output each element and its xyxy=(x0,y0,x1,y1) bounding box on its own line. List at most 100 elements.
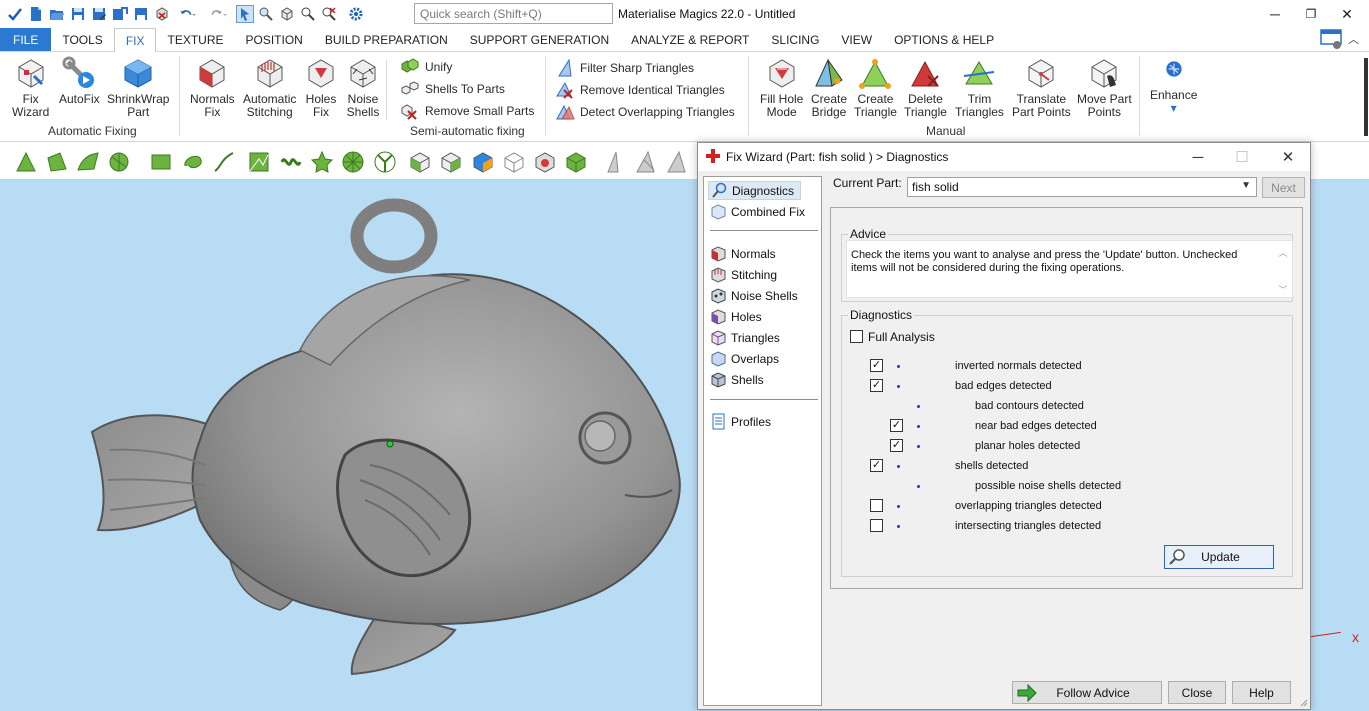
holes-fix-button[interactable]: Holes Fix xyxy=(304,56,338,119)
diagnostic-checkbox[interactable] xyxy=(870,519,883,532)
radial-select-icon[interactable] xyxy=(373,150,397,174)
collapse-ribbon-icon[interactable]: ︿ xyxy=(1348,31,1359,47)
part-select-2-icon[interactable] xyxy=(439,150,463,174)
save-as-icon[interactable] xyxy=(90,5,108,23)
filter-sharp-triangles-button[interactable]: Filter Sharp Triangles xyxy=(555,58,694,78)
view-icon[interactable] xyxy=(278,5,296,23)
select-shell-icon[interactable] xyxy=(107,150,131,174)
part-invert-icon[interactable] xyxy=(533,150,557,174)
nav-item-holes[interactable]: Holes xyxy=(708,307,768,326)
delete-triangle-button[interactable]: Delete Triangle xyxy=(904,56,947,119)
dialog-minimize-button[interactable]: ─ xyxy=(1176,143,1220,171)
advice-textbox[interactable]: Check the items you want to analyse and … xyxy=(846,240,1293,298)
new-icon[interactable] xyxy=(27,5,45,23)
restore-button[interactable]: ❐ xyxy=(1293,0,1329,28)
open-icon[interactable] xyxy=(48,5,66,23)
automatic-stitching-button[interactable]: Automatic Stitching xyxy=(243,56,296,119)
tab-build-preparation[interactable]: BUILD PREPARATION xyxy=(314,28,459,51)
close-button[interactable]: Close xyxy=(1168,681,1226,704)
marker-tool-icon[interactable] xyxy=(602,150,626,174)
part-color-icon[interactable] xyxy=(471,150,495,174)
follow-advice-button[interactable]: Follow Advice xyxy=(1012,681,1162,704)
nav-item-triangles[interactable]: Triangles xyxy=(708,328,786,347)
tab-texture[interactable]: TEXTURE xyxy=(156,28,234,51)
diagnostic-checkbox[interactable]: ✓ xyxy=(890,439,903,452)
resize-grip-icon[interactable] xyxy=(1298,697,1308,707)
tab-support-generation[interactable]: SUPPORT GENERATION xyxy=(459,28,620,51)
part-wire-icon[interactable] xyxy=(502,150,526,174)
enhance-button[interactable]: Enhance ▾ xyxy=(1150,56,1197,115)
brush-select-icon[interactable] xyxy=(247,150,271,174)
nav-item-overlaps[interactable]: Overlaps xyxy=(708,349,785,368)
nav-item-normals[interactable]: Normals xyxy=(708,244,782,263)
fill-hole-mode-button[interactable]: Fill Hole Mode xyxy=(760,56,803,119)
shrinkwrap-part-button[interactable]: ShrinkWrap Part xyxy=(107,56,169,119)
zoom-select-icon[interactable] xyxy=(257,5,275,23)
box-select-icon[interactable] xyxy=(149,150,173,174)
nav-item-noise-shells[interactable]: Noise Shells xyxy=(708,286,804,305)
sphere-select-icon[interactable] xyxy=(341,150,365,174)
settings-icon[interactable] xyxy=(347,5,365,23)
help-button[interactable]: Help xyxy=(1232,681,1291,704)
diagnostic-checkbox[interactable]: ✓ xyxy=(870,379,883,392)
star-select-icon[interactable] xyxy=(310,150,334,174)
update-button[interactable]: Update xyxy=(1164,545,1274,569)
close-app-button[interactable]: ✕ xyxy=(1329,0,1365,28)
fish-model-mesh[interactable] xyxy=(0,180,700,711)
shells-to-parts-button[interactable]: Shells To Parts xyxy=(400,79,505,99)
zoom-reset-icon[interactable] xyxy=(320,5,338,23)
marker-tool-2-icon[interactable] xyxy=(634,150,658,174)
diagnostic-checkbox[interactable]: ✓ xyxy=(890,419,903,432)
polyline-select-icon[interactable] xyxy=(212,150,236,174)
select-surface-icon[interactable] xyxy=(76,150,100,174)
translate-part-points-button[interactable]: Translate Part Points xyxy=(1012,56,1071,119)
diagnostic-checkbox[interactable]: ✓ xyxy=(870,359,883,372)
zoom-icon[interactable] xyxy=(299,5,317,23)
create-triangle-button[interactable]: Create Triangle xyxy=(854,56,897,119)
normals-fix-button[interactable]: Normals Fix xyxy=(190,56,235,119)
nav-item-stitching[interactable]: Stitching xyxy=(708,265,783,284)
ribbon-settings-icon[interactable] xyxy=(1320,28,1344,50)
wave-select-icon[interactable] xyxy=(279,150,303,174)
move-part-points-button[interactable]: Move Part Points xyxy=(1077,56,1132,119)
next-button[interactable]: Next xyxy=(1262,177,1305,198)
select-icon[interactable] xyxy=(236,5,254,23)
nav-item-diagnostics[interactable]: Diagnostics xyxy=(708,181,802,200)
undo-icon[interactable] xyxy=(174,5,202,23)
save-icon[interactable] xyxy=(69,5,87,23)
advice-scrollbar[interactable]: ︿ ﹀ xyxy=(1277,246,1289,296)
tab-analyze-report[interactable]: ANALYZE & REPORT xyxy=(620,28,760,51)
tab-view[interactable]: VIEW xyxy=(830,28,883,51)
minimize-button[interactable]: ─ xyxy=(1257,0,1293,28)
select-plane-icon[interactable] xyxy=(45,150,69,174)
tab-tools[interactable]: TOOLS xyxy=(51,28,113,51)
part-fill-icon[interactable] xyxy=(564,150,588,174)
redo-icon[interactable] xyxy=(205,5,233,23)
tab-options-help[interactable]: OPTIONS & HELP xyxy=(883,28,1005,51)
tab-position[interactable]: POSITION xyxy=(235,28,314,51)
dialog-maximize-button[interactable]: ☐ xyxy=(1220,143,1264,171)
quick-search-input[interactable] xyxy=(414,3,613,24)
export-icon[interactable] xyxy=(132,5,150,23)
dialog-title-bar[interactable]: Fix Wizard (Part: fish solid ) > Diagnos… xyxy=(698,143,1310,171)
detect-overlapping-triangles-button[interactable]: Detect Overlapping Triangles xyxy=(555,102,735,122)
fix-wizard-button[interactable]: Fix Wizard xyxy=(12,56,49,119)
full-analysis-checkbox[interactable] xyxy=(850,330,863,343)
tab-file[interactable]: FILE xyxy=(0,28,52,51)
part-select-icon[interactable] xyxy=(408,150,432,174)
delete-icon[interactable] xyxy=(153,5,171,23)
tab-slicing[interactable]: SLICING xyxy=(760,28,830,51)
remove-small-parts-button[interactable]: Remove Small Parts xyxy=(400,101,534,121)
remove-identical-triangles-button[interactable]: Remove Identical Triangles xyxy=(555,80,725,100)
dialog-close-x-button[interactable]: ✕ xyxy=(1266,143,1310,171)
lasso-select-icon[interactable] xyxy=(181,150,205,174)
diagnostic-checkbox[interactable] xyxy=(870,499,883,512)
marker-tool-3-icon[interactable] xyxy=(665,150,689,174)
diagnostic-checkbox[interactable]: ✓ xyxy=(870,459,883,472)
tab-fix[interactable]: FIX xyxy=(113,28,157,53)
create-bridge-button[interactable]: Create Bridge xyxy=(811,56,847,119)
app-logo-icon[interactable] xyxy=(6,5,24,23)
select-triangle-icon[interactable] xyxy=(14,150,38,174)
nav-item-profiles[interactable]: Profiles xyxy=(708,412,777,431)
nav-item-shells[interactable]: Shells xyxy=(708,370,770,389)
